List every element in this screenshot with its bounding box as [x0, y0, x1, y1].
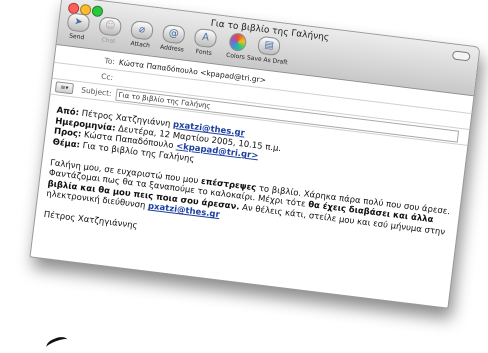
save-as-draft-label: Save As Draft	[246, 54, 288, 67]
address-book-icon: @	[161, 23, 186, 45]
colors-icon	[227, 32, 247, 52]
attach-button[interactable]: ⌀ Attach	[125, 20, 158, 50]
fonts-icon: A	[193, 27, 218, 49]
toolbar-toggle-button[interactable]	[451, 50, 471, 62]
address-label: Address	[159, 43, 185, 54]
send-label: Send	[68, 32, 85, 42]
chat-icon: ☺	[98, 16, 123, 37]
draft-icon: ▤	[257, 35, 282, 57]
fonts-button[interactable]: A Fonts	[188, 27, 221, 57]
send-icon: ➤	[66, 12, 91, 33]
subject-label: Subject:	[80, 85, 113, 99]
paperclip-icon: ⌀	[129, 20, 155, 41]
mail-compose-window: Για το βιβλίο της Γαλήνης ➤ Send ☺ Chat …	[29, 0, 481, 309]
pen-stroke-decoration	[44, 334, 70, 353]
chat-label: Chat	[101, 36, 116, 46]
chat-button[interactable]: ☺ Chat	[93, 16, 126, 46]
attach-label: Attach	[130, 40, 151, 50]
address-button[interactable]: @ Address	[157, 23, 190, 54]
save-as-draft-button[interactable]: ▤ Save As Draft	[247, 35, 288, 66]
fonts-label: Fonts	[195, 48, 213, 57]
send-button[interactable]: ➤ Send	[61, 12, 94, 42]
account-menu-button[interactable]: ≡▾	[54, 81, 75, 95]
colors-label: Colors	[225, 51, 246, 62]
quoted-subject-label: Θέμα:	[52, 137, 81, 151]
